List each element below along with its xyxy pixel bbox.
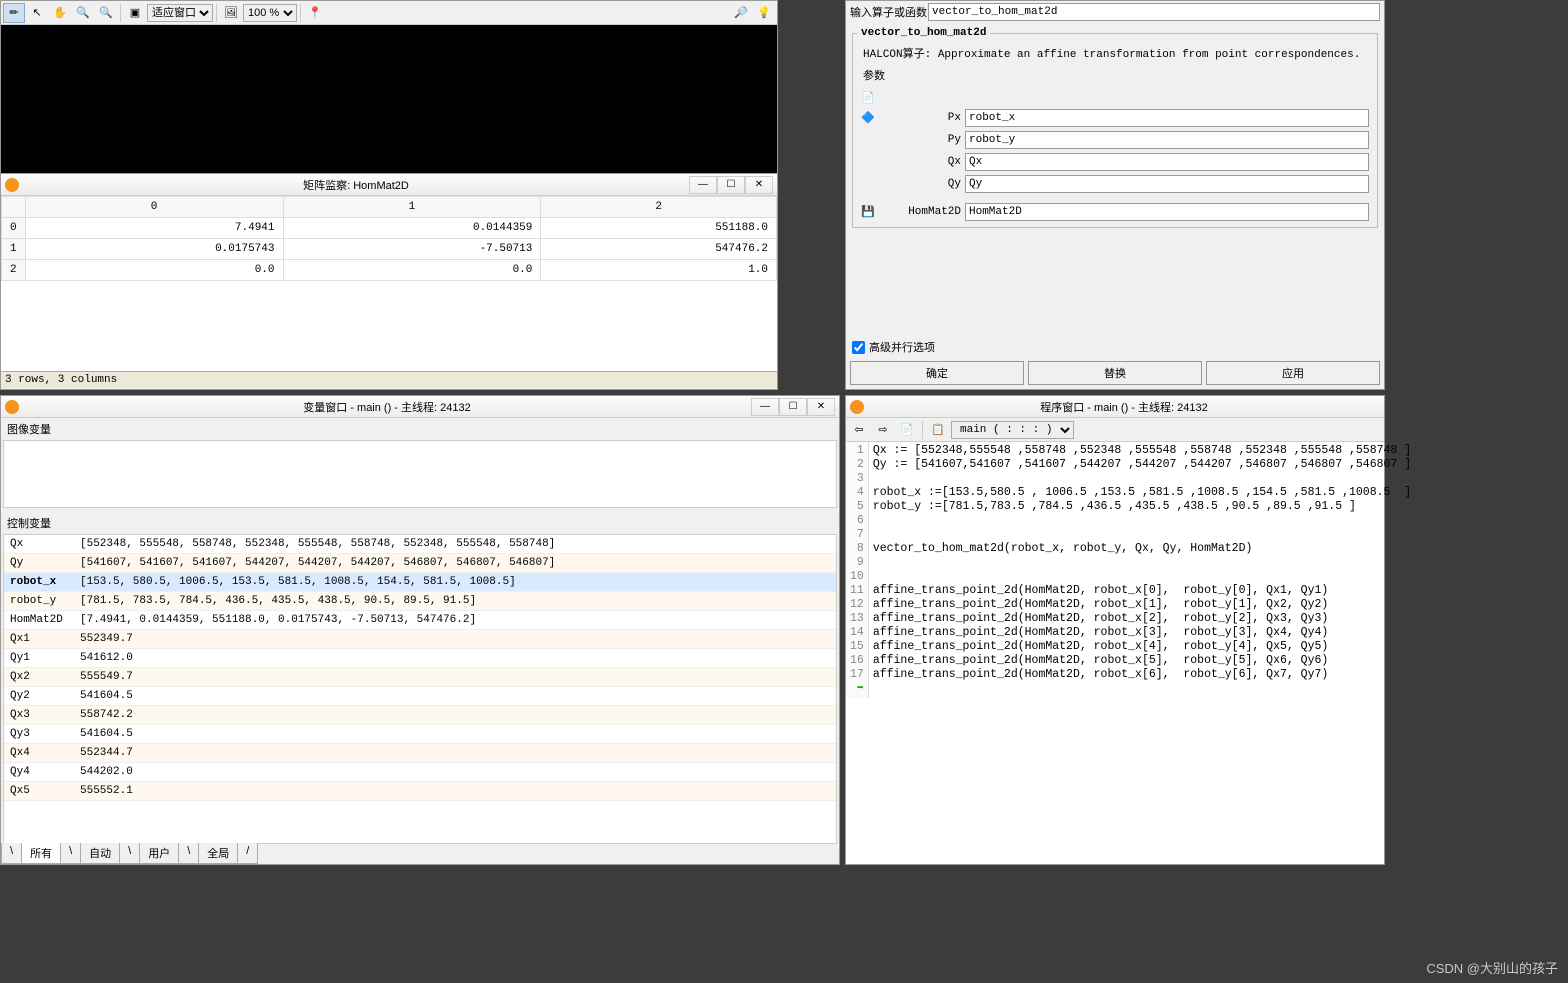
app-icon — [850, 400, 864, 414]
var-row[interactable]: robot_x[153.5, 580.5, 1006.5, 153.5, 581… — [4, 573, 836, 592]
minimize-button[interactable]: — — [751, 398, 779, 416]
var-row[interactable]: Qx4552344.7 — [4, 744, 836, 763]
var-window-title: 变量窗口 - main () - 主线程: 24132 — [23, 399, 751, 415]
input-control-icon: 🔷 — [861, 111, 877, 125]
apply-button[interactable]: 应用 — [1206, 361, 1380, 385]
graphics-canvas[interactable] — [1, 25, 777, 173]
var-row[interactable]: Qx2555549.7 — [4, 668, 836, 687]
procedure-select[interactable]: main ( : : : ) — [951, 421, 1074, 439]
advanced-label: 高级并行选项 — [869, 339, 935, 355]
fit-window-select[interactable]: 适应窗口 — [147, 4, 213, 22]
zoom-select[interactable]: 100 % — [243, 4, 297, 22]
marker-icon[interactable]: 📍 — [304, 3, 326, 23]
operator-input-label: 输入算子或函数 — [850, 4, 928, 20]
control-vars-table[interactable]: Qx[552348, 555548, 558748, 552348, 55554… — [3, 534, 837, 844]
control-vars-label: 控制变量 — [1, 512, 839, 534]
cursor-icon[interactable]: ↖ — [26, 3, 48, 23]
replace-button[interactable]: 替换 — [1028, 361, 1202, 385]
params-label: 参数 — [857, 67, 1373, 89]
close-button[interactable]: ✕ — [807, 398, 835, 416]
tab-auto[interactable]: 自动 — [80, 843, 120, 864]
ok-button[interactable]: 确定 — [850, 361, 1024, 385]
bulb-icon[interactable]: 💡 — [753, 3, 775, 23]
app-icon — [5, 178, 19, 192]
var-row[interactable]: robot_y[781.5, 783.5, 784.5, 436.5, 435.… — [4, 592, 836, 611]
image-vars-area — [3, 440, 837, 508]
var-row[interactable]: Qy1541612.0 — [4, 649, 836, 668]
close-button[interactable]: ✕ — [745, 176, 773, 194]
variable-window: 变量窗口 - main () - 主线程: 24132 — ☐ ✕ 图像变量 控… — [0, 395, 840, 865]
var-row[interactable]: Qx1552349.7 — [4, 630, 836, 649]
graphics-window: ✏ ↖ ✋ 🔍 🔍 ▣ 适应窗口 🖼 100 % 📍 🔎 💡 矩阵监察: Hom… — [0, 0, 778, 390]
param-py-input[interactable] — [965, 131, 1369, 149]
graphics-toolbar: ✏ ↖ ✋ 🔍 🔍 ▣ 适应窗口 🖼 100 % 📍 🔎 💡 — [1, 1, 777, 25]
fit-window-icon[interactable]: ▣ — [124, 3, 146, 23]
pointer-icon[interactable]: ✏ — [3, 3, 25, 23]
matrix-watch-window: 矩阵监察: HomMat2D — ☐ ✕ 012 07.49410.014435… — [1, 173, 777, 388]
nav-fwd-icon[interactable]: ⇨ — [872, 420, 894, 440]
tab-global[interactable]: 全局 — [198, 843, 238, 864]
operator-name-input[interactable] — [928, 3, 1380, 21]
maximize-button[interactable]: ☐ — [779, 398, 807, 416]
param-hommat2d-input[interactable] — [965, 203, 1369, 221]
var-row[interactable]: HomMat2D[7.4941, 0.0144359, 551188.0, 0.… — [4, 611, 836, 630]
tab-user[interactable]: 用户 — [139, 843, 179, 864]
image-vars-label: 图像变量 — [1, 418, 839, 440]
code-window-title: 程序窗口 - main () - 主线程: 24132 — [868, 399, 1380, 415]
operator-legend: vector_to_hom_mat2d — [857, 27, 990, 39]
zoom-out-icon[interactable]: 🔍 — [95, 3, 117, 23]
zoom-in-icon[interactable]: 🔍 — [72, 3, 94, 23]
matrix-title: 矩阵监察: HomMat2D — [23, 177, 689, 193]
matrix-status: 3 rows, 3 columns — [1, 371, 777, 388]
var-row[interactable]: Qy3541604.5 — [4, 725, 836, 744]
search-icon[interactable]: 🔎 — [730, 3, 752, 23]
param-px-input[interactable] — [965, 109, 1369, 127]
operator-panel: 输入算子或函数 vector_to_hom_mat2d HALCON算子: Ap… — [845, 0, 1385, 390]
param-qy-input[interactable] — [965, 175, 1369, 193]
code-area[interactable]: 1234567891011121314151617➡ Qx := [552348… — [846, 442, 1384, 698]
app-icon — [5, 400, 19, 414]
program-window: 程序窗口 - main () - 主线程: 24132 ⇦ ⇨ 📄 📋 main… — [845, 395, 1385, 865]
hand-icon[interactable]: ✋ — [49, 3, 71, 23]
var-row[interactable]: Qx3558742.2 — [4, 706, 836, 725]
var-row[interactable]: Qy[541607, 541607, 541607, 544207, 54420… — [4, 554, 836, 573]
var-row[interactable]: Qy4544202.0 — [4, 763, 836, 782]
proc-icon[interactable]: 📋 — [927, 420, 949, 440]
tab-all[interactable]: 所有 — [21, 843, 61, 864]
maximize-button[interactable]: ☐ — [717, 176, 745, 194]
matrix-grid: 012 07.49410.0144359551188.0 10.0175743-… — [1, 196, 777, 371]
watermark: CSDN @大别山的孩子 — [1426, 958, 1558, 977]
var-row[interactable]: Qy2541604.5 — [4, 687, 836, 706]
var-row[interactable]: Qx5555552.1 — [4, 782, 836, 801]
output-control-icon: 💾 — [861, 205, 877, 219]
nav-back-icon[interactable]: ⇦ — [848, 420, 870, 440]
var-row[interactable]: Qx[552348, 555548, 558748, 552348, 55554… — [4, 535, 836, 554]
input-iconic-icon: 📄 — [861, 91, 877, 105]
advanced-checkbox[interactable] — [852, 341, 865, 354]
var-tabs: \ 所有\ 自动\ 用户\ 全局/ — [1, 843, 257, 864]
param-qx-input[interactable] — [965, 153, 1369, 171]
image-icon[interactable]: 🖼 — [220, 3, 242, 23]
nav-up-icon[interactable]: 📄 — [896, 420, 918, 440]
minimize-button[interactable]: — — [689, 176, 717, 194]
